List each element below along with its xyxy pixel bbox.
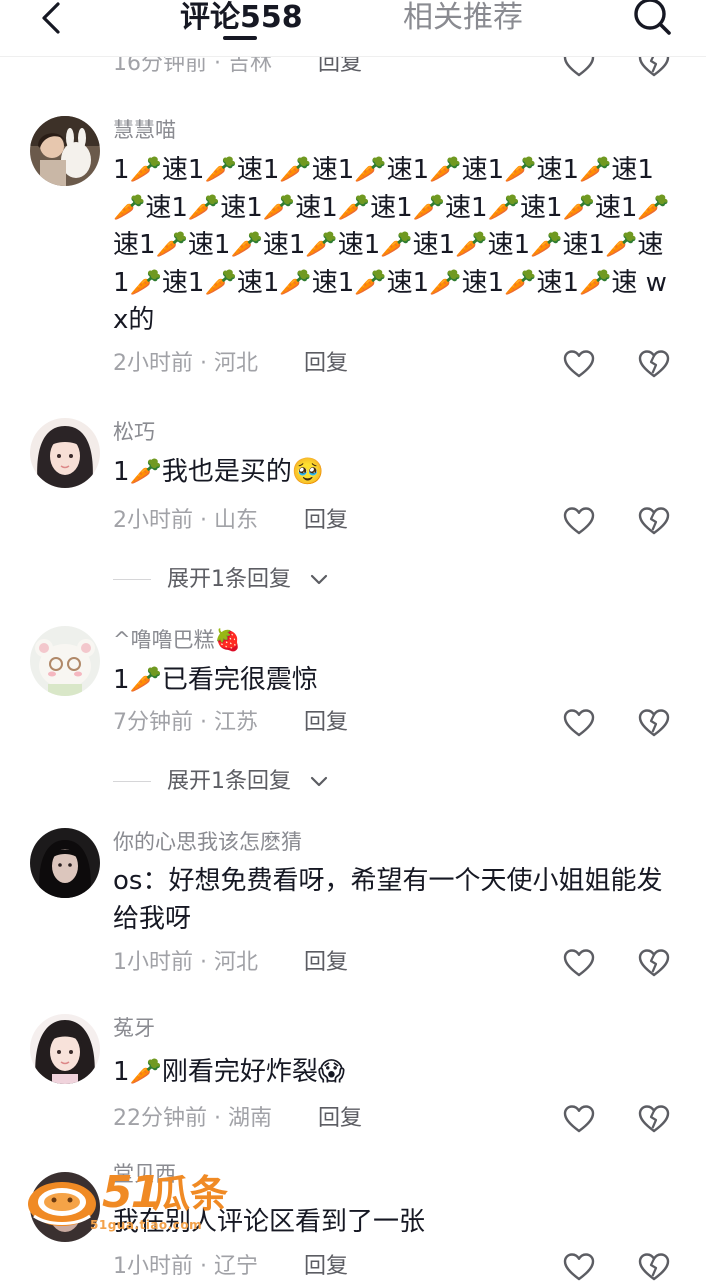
top-bar: 评论558 相关推荐 [0,0,706,57]
comment-item: 慧慧喵 1🥕速1🥕速1🥕速1🥕速1🥕速1🥕速1🥕速1🥕速1🥕速1🥕速1🥕速1🥕速… [0,110,706,400]
avatar[interactable] [30,418,100,488]
heart-icon[interactable] [562,1250,596,1284]
avatar[interactable] [30,828,100,898]
chevron-down-icon [308,771,330,793]
active-tab-indicator [223,36,257,40]
comment-text: os：好想免费看呀，希望有一个天使小姐姐能发给我呀 [113,866,663,934]
back-arrow-icon[interactable] [32,0,72,40]
comment-item: ^噜噜巴糕🍓 1🥕已看完很震惊 7分钟前 · 江苏 回复 展开1条回复 [0,614,706,804]
reply-button[interactable]: 回复 [304,1253,348,1281]
comment-item: 菟牙 1🥕刚看完好炸裂😱 22分钟前 · 湖南 回复 [0,1004,706,1164]
broken-heart-icon[interactable] [637,1250,671,1284]
watermark-url: 51gua.tiao.com [90,1218,203,1232]
comment-meta: 2小时前 · 河北 [113,351,258,376]
expand-replies-label: 展开1条回复 [167,567,291,592]
broken-heart-icon[interactable] [637,946,671,980]
broken-heart-icon[interactable] [637,347,671,381]
reply-button[interactable]: 回复 [304,507,348,535]
watermark-text: 瓜条 [152,1172,229,1216]
divider [113,781,151,782]
broken-heart-icon[interactable] [637,504,671,538]
heart-icon[interactable] [562,1102,596,1136]
comment-meta: 1小时前 · 辽宁 [113,1254,258,1279]
chevron-down-icon [308,569,330,591]
heart-icon[interactable] [562,504,596,538]
avatar[interactable] [30,1014,100,1084]
watermark-logo: 51 瓜条 51gua.tiao.com [24,1166,254,1242]
comment-meta: 7分钟前 · 江苏 [113,710,258,735]
comment-item: 你的心思我该怎麽猜 os：好想免费看呀，希望有一个天使小姐姐能发给我呀 1小时前… [0,818,706,993]
tab-related[interactable]: 相关推荐 [403,0,523,38]
comment-item: 松巧 1🥕我也是买的🥹 2小时前 · 山东 回复 展开1条回复 [0,412,706,602]
comment-meta: 1小时前 · 河北 [113,950,258,975]
broken-heart-icon[interactable] [637,706,671,740]
heart-icon[interactable] [562,946,596,980]
avatar[interactable] [30,116,100,186]
comment-meta: 22分钟前 · 湖南 [113,1106,272,1131]
comment-username[interactable]: 松巧 [113,418,155,446]
tab-comments[interactable]: 评论558 [180,0,303,38]
reply-button[interactable]: 回复 [304,709,348,737]
reply-button[interactable]: 回复 [318,1105,362,1133]
avatar[interactable] [30,626,100,696]
watermark-number: 51 [102,1167,161,1218]
comment-text: 1🥕刚看完好炸裂😱 [113,1057,346,1087]
comment-meta: 2小时前 · 山东 [113,508,258,533]
heart-icon[interactable] [562,347,596,381]
comment-username[interactable]: 菟牙 [113,1014,155,1042]
divider [113,579,151,580]
comment-username[interactable]: 慧慧喵 [113,116,176,144]
comment-text: 1🥕我也是买的🥹 [113,457,325,487]
expand-replies-label: 展开1条回复 [167,769,291,794]
reply-button[interactable]: 回复 [304,350,348,378]
comment-username[interactable]: 你的心思我该怎麽猜 [113,828,302,856]
comment-text: 1🥕已看完很震惊 [113,665,318,695]
reply-button[interactable]: 回复 [304,949,348,977]
broken-heart-icon[interactable] [637,1102,671,1136]
heart-icon[interactable] [562,706,596,740]
comment-text: 1🥕速1🥕速1🥕速1🥕速1🥕速1🥕速1🥕速1🥕速1🥕速1🥕速1🥕速1🥕速1🥕速1… [113,155,670,335]
watermark-melon-icon [28,1182,96,1226]
search-icon[interactable] [630,0,674,40]
comment-username[interactable]: ^噜噜巴糕🍓 [113,626,241,654]
